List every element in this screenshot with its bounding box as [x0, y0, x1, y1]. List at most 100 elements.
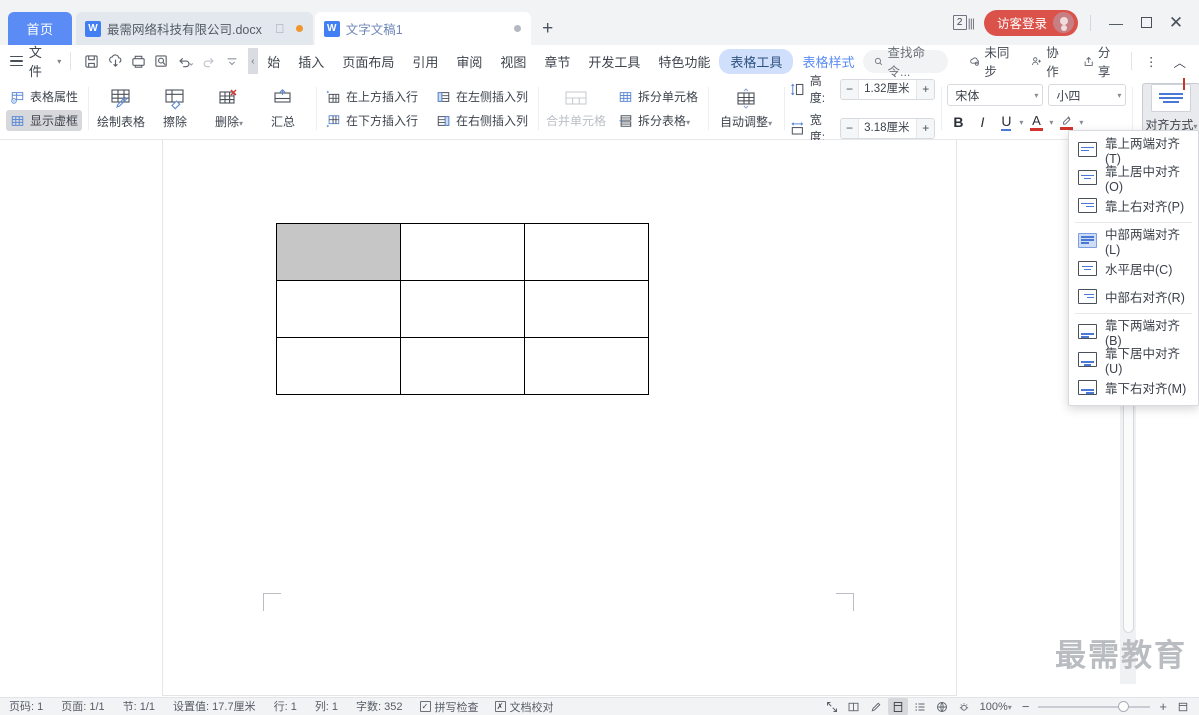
table-cell[interactable]: [276, 337, 401, 395]
status-section[interactable]: 节: 1/1: [114, 698, 164, 715]
underline-button[interactable]: U: [995, 111, 1017, 133]
table-properties-button[interactable]: 表格属性: [6, 86, 82, 107]
highlight-dropdown-icon[interactable]: ▾: [1079, 118, 1083, 127]
menu-item-align-bottom-right[interactable]: 靠下右对齐(M): [1069, 373, 1198, 401]
delete-button[interactable]: 删除▾: [202, 86, 256, 132]
document-tab-1[interactable]: W 最需网络科技有限公司.docx ⎕: [76, 12, 313, 45]
ribbon-tab-references[interactable]: 引用: [403, 49, 447, 74]
table-row[interactable]: [276, 223, 649, 281]
more-options-button[interactable]: ⋮: [1138, 54, 1165, 69]
fit-page-icon[interactable]: [1173, 698, 1193, 715]
document-area[interactable]: ▼ ▲ 最需教育: [0, 140, 1199, 697]
table-row[interactable]: [276, 337, 649, 395]
insert-col-right-button[interactable]: 在右侧插入列: [432, 110, 532, 131]
document-table[interactable]: [276, 223, 649, 395]
menu-item-align-top-center[interactable]: 靠上居中对齐(O): [1069, 163, 1198, 194]
document-tab-2[interactable]: W 文字文稿1: [314, 12, 531, 45]
menu-item-align-top-justify[interactable]: 靠上两端对齐(T): [1069, 135, 1198, 166]
status-row[interactable]: 行: 1: [265, 698, 306, 715]
cell-width-stepper[interactable]: − 3.18厘米 +: [839, 117, 936, 139]
cell-width-value[interactable]: 3.18厘米: [858, 118, 918, 138]
edit-view-icon[interactable]: [866, 698, 886, 715]
split-cells-button[interactable]: 拆分单元格: [614, 86, 702, 107]
status-page-number[interactable]: 页码: 1: [0, 698, 52, 715]
zoom-level-label[interactable]: 100%▾: [976, 701, 1016, 713]
table-cell[interactable]: [276, 280, 401, 338]
ribbon-tab-table-tools[interactable]: 表格工具: [719, 48, 794, 74]
new-tab-button[interactable]: +: [531, 12, 565, 45]
insert-row-below-button[interactable]: 在下方插入行: [322, 110, 422, 131]
table-cell[interactable]: [400, 337, 525, 395]
eraser-button[interactable]: 擦除: [148, 86, 202, 132]
insert-col-left-button[interactable]: 在左侧插入列: [432, 86, 532, 107]
ribbon-tab-start[interactable]: 始: [258, 49, 289, 74]
menu-item-align-middle-justify[interactable]: 中部两端对齐(L): [1069, 226, 1198, 257]
table-cell[interactable]: [524, 223, 649, 281]
minimize-button[interactable]: —: [1101, 8, 1131, 38]
document-count-indicator[interactable]: 2 |||: [952, 15, 975, 30]
table-cell[interactable]: [400, 280, 525, 338]
ribbon-scroll-left-button[interactable]: ‹: [247, 48, 259, 74]
zoom-slider-knob[interactable]: [1118, 700, 1130, 712]
merge-cells-button[interactable]: 合并单元格: [544, 87, 608, 131]
share-button[interactable]: 分享: [1076, 42, 1126, 80]
insert-row-above-button[interactable]: 在上方插入行: [322, 86, 422, 107]
reading-view-icon[interactable]: [844, 698, 864, 715]
redo-icon[interactable]: [197, 48, 220, 74]
underline-dropdown-icon[interactable]: ▾: [1019, 118, 1023, 127]
customize-toolbar-icon[interactable]: [220, 48, 243, 74]
align-dropdown-menu[interactable]: 靠上两端对齐(T) 靠上居中对齐(O) 靠上右对齐(P) 中部两端对齐(L) 水…: [1068, 130, 1199, 406]
save-icon[interactable]: [80, 48, 103, 74]
monitor-icon[interactable]: ⎕: [276, 22, 284, 35]
menu-item-align-middle-right[interactable]: 中部右对齐(R): [1069, 282, 1198, 310]
login-button[interactable]: 访客登录: [983, 9, 1078, 36]
collapse-ribbon-button[interactable]: ︿: [1166, 52, 1193, 71]
close-button[interactable]: ✕: [1161, 8, 1191, 38]
zoom-in-button[interactable]: +: [1155, 699, 1171, 714]
page-nav-buttons[interactable]: ▼ ▲: [1120, 688, 1136, 697]
width-decrease-button[interactable]: −: [840, 118, 859, 138]
menu-item-align-top-right[interactable]: 靠上右对齐(P): [1069, 191, 1198, 219]
ribbon-tab-view[interactable]: 视图: [491, 49, 535, 74]
page-view-icon[interactable]: [887, 698, 908, 715]
status-column[interactable]: 列: 1: [306, 698, 347, 715]
maximize-button[interactable]: [1131, 8, 1161, 38]
ribbon-tab-features[interactable]: 特色功能: [649, 49, 719, 74]
show-gridlines-button[interactable]: 显示虚框: [6, 110, 83, 131]
table-cell-selected[interactable]: [276, 223, 401, 281]
document-page[interactable]: [163, 140, 956, 695]
ribbon-tab-developer[interactable]: 开发工具: [579, 49, 649, 74]
cell-height-stepper[interactable]: − 1.32厘米 +: [839, 78, 936, 100]
find-command-input[interactable]: 查找命令...: [863, 46, 948, 79]
spellcheck-toggle[interactable]: ✓ 拼写检查: [412, 699, 487, 715]
italic-button[interactable]: I: [971, 111, 993, 133]
table-row[interactable]: [276, 280, 649, 338]
bold-button[interactable]: B: [947, 111, 969, 133]
font-family-select[interactable]: 宋体 ▾: [947, 84, 1044, 106]
summary-button[interactable]: 汇总: [256, 86, 310, 132]
home-tab[interactable]: 首页: [8, 12, 72, 45]
font-color-dropdown-icon[interactable]: ▾: [1049, 118, 1053, 127]
table-cell[interactable]: [524, 280, 649, 338]
ribbon-tab-page-layout[interactable]: 页面布局: [333, 49, 403, 74]
undo-icon[interactable]: [173, 48, 196, 74]
menu-item-align-bottom-center[interactable]: 靠下居中对齐(U): [1069, 345, 1198, 376]
ribbon-tab-section[interactable]: 章节: [535, 49, 579, 74]
status-pages[interactable]: 页面: 1/1: [52, 698, 113, 715]
fullscreen-icon[interactable]: [822, 698, 842, 715]
split-table-button[interactable]: 拆分表格▾: [614, 110, 702, 131]
menu-item-align-bottom-justify[interactable]: 靠下两端对齐(B): [1069, 317, 1198, 348]
draw-table-button[interactable]: 绘制表格: [94, 86, 148, 132]
width-increase-button[interactable]: +: [917, 118, 935, 138]
print-icon[interactable]: [127, 48, 150, 74]
menu-item-align-middle-center[interactable]: 水平居中(C): [1069, 254, 1198, 282]
table-cell[interactable]: [524, 337, 649, 395]
ribbon-tab-table-styles[interactable]: 表格样式: [793, 49, 863, 74]
font-color-button[interactable]: A: [1025, 111, 1047, 133]
web-view-icon[interactable]: [932, 698, 952, 715]
status-setting-value[interactable]: 设置值: 17.7厘米: [164, 698, 265, 715]
file-menu-button[interactable]: 文件 ▾: [0, 42, 61, 80]
collaborate-button[interactable]: 协作: [1024, 42, 1074, 80]
ribbon-tab-insert[interactable]: 插入: [289, 49, 333, 74]
proofread-toggle[interactable]: ✗ 文档校对: [487, 699, 562, 715]
